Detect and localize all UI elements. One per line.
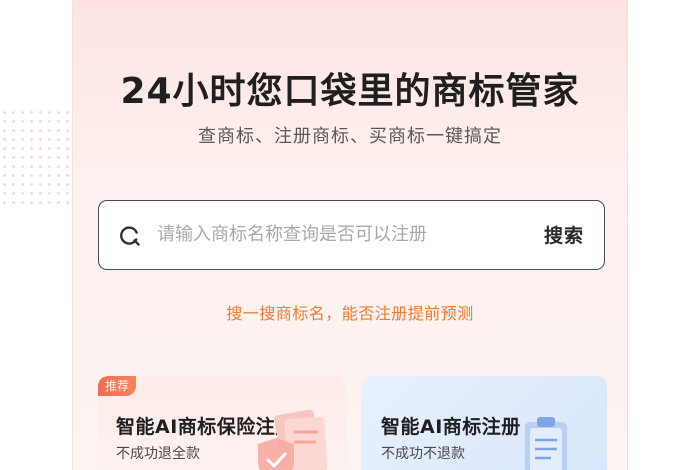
clipboard-icon: [497, 404, 597, 470]
app-screen: 24小时您口袋里的商标管家 查商标、注册商标、买商标一键搞定 搜索 搜一搜商标名…: [0, 0, 700, 470]
recommend-badge: 推荐: [98, 376, 137, 396]
search-bar[interactable]: 搜索: [98, 200, 605, 270]
search-input[interactable]: [157, 201, 527, 268]
card-description: 不成功不退款: [381, 446, 465, 462]
page-subheadline: 查商标、注册商标、买商标一键搞定: [198, 126, 502, 147]
insurance-shield-icon: [236, 404, 336, 470]
search-button[interactable]: 搜索: [544, 221, 584, 248]
search-tip: 搜一搜商标名，能否注册提前预测: [226, 304, 474, 323]
ai-insurance-registration-card[interactable]: 推荐 智能AI商标保险注册 不成功退全款: [98, 376, 346, 470]
page-headline: 24小时您口袋里的商标管家: [120, 71, 580, 112]
phone-frame: 24小时您口袋里的商标管家 查商标、注册商标、买商标一键搞定 搜索 搜一搜商标名…: [72, 0, 628, 470]
decorative-dot-pattern: [0, 108, 78, 204]
ai-registration-card[interactable]: 智能AI商标注册 不成功不退款: [361, 376, 607, 470]
search-icon: [119, 225, 141, 247]
card-description: 不成功退全款: [116, 446, 200, 462]
